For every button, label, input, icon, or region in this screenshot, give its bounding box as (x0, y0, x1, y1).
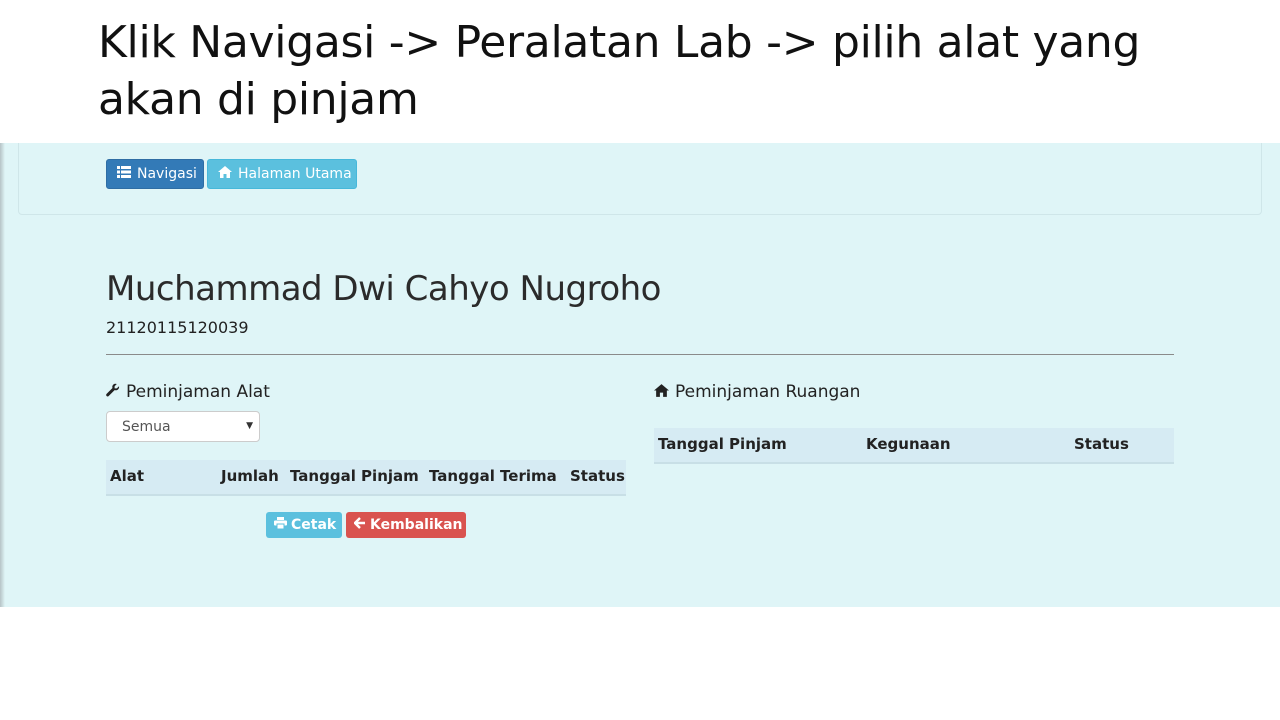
peminjaman-ruangan-title: Peminjaman Ruangan (675, 382, 861, 402)
cetak-button[interactable]: Cetak (266, 512, 342, 538)
column-header[interactable]: Status (570, 467, 625, 485)
column-header[interactable]: Jumlah (221, 467, 279, 485)
caret-down-icon: ▼ (246, 421, 253, 431)
home-icon (218, 166, 232, 182)
column-header[interactable]: Status (1074, 435, 1129, 453)
left-edge-shadow (0, 143, 5, 607)
navbar-panel (18, 143, 1262, 215)
user-id: 21120115120039 (106, 318, 249, 337)
alat-table-header: Alat Jumlah Tanggal Pinjam Tanggal Terim… (106, 460, 626, 496)
halaman-utama-button[interactable]: Halaman Utama (207, 159, 357, 189)
arrow-left-icon (353, 517, 366, 533)
column-header[interactable]: Kegunaan (866, 435, 951, 453)
divider (106, 354, 1174, 355)
wrench-icon (106, 383, 120, 401)
list-icon (117, 166, 131, 182)
kembalikan-button-label: Kembalikan (370, 517, 463, 533)
print-icon (274, 517, 287, 533)
status-filter-value: Semua (122, 418, 171, 435)
column-header[interactable]: Tanggal Pinjam (290, 467, 419, 485)
app-screenshot: Navigasi Halaman Utama Muchammad Dwi Cah… (0, 143, 1280, 607)
column-header[interactable]: Alat (110, 467, 144, 485)
navigasi-button-label: Navigasi (137, 166, 197, 182)
column-header[interactable]: Tanggal Terima (429, 467, 557, 485)
slide-title: Klik Navigasi -> Peralatan Lab -> pilih … (98, 17, 1141, 125)
peminjaman-ruangan-heading: Peminjaman Ruangan (654, 382, 860, 402)
status-filter-select[interactable]: Semua ▼ (106, 411, 260, 442)
ruangan-table-header: Tanggal Pinjam Kegunaan Status (654, 428, 1174, 464)
peminjaman-alat-heading: Peminjaman Alat (106, 382, 270, 402)
cetak-button-label: Cetak (291, 517, 337, 533)
kembalikan-button[interactable]: Kembalikan (346, 512, 466, 538)
navigasi-button[interactable]: Navigasi (106, 159, 204, 189)
halaman-utama-button-label: Halaman Utama (238, 166, 352, 182)
home-icon (654, 383, 669, 401)
user-name: Muchammad Dwi Cahyo Nugroho (106, 269, 661, 309)
column-header[interactable]: Tanggal Pinjam (658, 435, 787, 453)
peminjaman-alat-title: Peminjaman Alat (126, 382, 270, 402)
